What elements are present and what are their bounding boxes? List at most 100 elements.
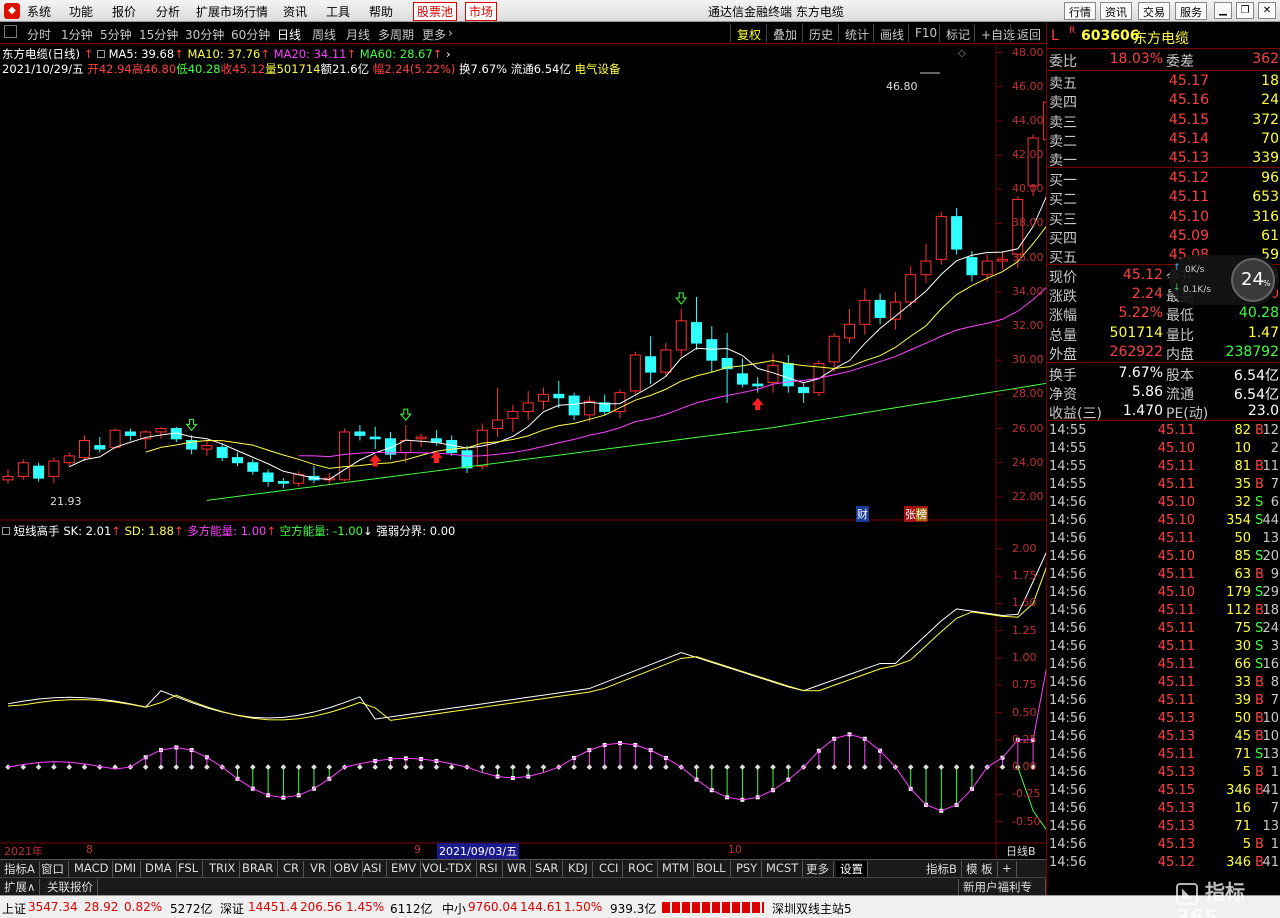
ask-row[interactable]: 卖一 45.13 339 [1047, 149, 1280, 169]
sz-index[interactable]: 14451.4 [248, 900, 298, 914]
menu-item-news[interactable]: 资讯 [283, 3, 307, 20]
mark-button[interactable]: 标记 [939, 24, 976, 42]
stock-pool-button[interactable]: 股票池 [413, 2, 458, 21]
indicator-tab[interactable]: EMV [387, 861, 422, 877]
indicator-tab[interactable]: BOLL [692, 861, 731, 877]
indicator-tab[interactable]: FSL [174, 861, 204, 877]
sell-signal-arrow[interactable] [399, 408, 412, 421]
candle-body[interactable] [675, 320, 687, 351]
candle-body[interactable] [476, 429, 488, 467]
ask-row[interactable]: 卖三 45.15 372 [1047, 111, 1280, 131]
candle-body[interactable] [339, 431, 351, 481]
minimize-icon[interactable]: ▁ [1214, 2, 1232, 19]
indicator-tab[interactable]: 设置 [836, 861, 868, 877]
candle-body[interactable] [568, 395, 580, 416]
indicator-tab[interactable]: 窗口 [37, 861, 69, 877]
candle-body[interactable] [645, 356, 657, 373]
sell-signal-arrow[interactable] [675, 292, 688, 305]
menu-item-system[interactable]: 系统 [27, 3, 51, 20]
period-daily[interactable]: 日线 [277, 26, 301, 43]
candle-body[interactable] [109, 429, 121, 448]
candle-body[interactable] [935, 216, 947, 260]
zx-index[interactable]: 9760.04 [468, 900, 518, 914]
candle-body[interactable] [17, 462, 29, 477]
candle-body[interactable] [522, 402, 534, 412]
ask-row[interactable]: 卖二 45.14 70 [1047, 130, 1280, 150]
candle-body[interactable] [981, 260, 993, 276]
candle-body[interactable] [828, 335, 840, 363]
indicator-tab[interactable]: MTM [658, 861, 694, 877]
period-multi[interactable]: 多周期 [378, 26, 414, 43]
candle-body[interactable] [492, 419, 504, 430]
period-5min[interactable]: 5分钟 [100, 26, 132, 43]
candle-body[interactable] [997, 258, 1008, 262]
overlay-button[interactable]: 叠加 [766, 24, 803, 42]
candle-body[interactable] [966, 257, 978, 276]
indicator-tab[interactable]: 指标B [922, 861, 962, 877]
indicator-tab[interactable]: DMI [110, 861, 142, 877]
indicator-tab[interactable]: 指标A [0, 861, 40, 877]
indicator-tab[interactable]: VOL-TDX [418, 861, 477, 877]
candle-body[interactable] [553, 393, 565, 399]
trade-tab-button[interactable]: 交易 [1138, 2, 1170, 20]
menu-item-extended-market[interactable]: 扩展市场行情 [196, 3, 268, 20]
indicator-tab[interactable]: SAR [531, 861, 564, 877]
candle-body[interactable] [951, 216, 963, 250]
indicator-tab[interactable]: VR [306, 861, 331, 877]
draw-button[interactable]: 画线 [873, 24, 910, 42]
checkbox-icon[interactable] [96, 50, 105, 58]
maximize-icon[interactable]: ❐ [1236, 2, 1254, 19]
indicator-tab[interactable]: RSI [475, 861, 503, 877]
menu-item-quote[interactable]: 报价 [112, 3, 136, 20]
candle-body[interactable] [430, 438, 442, 443]
indicator-tab[interactable]: BRAR [238, 861, 279, 877]
bid-row[interactable]: 买一 45.12 96 [1047, 169, 1280, 189]
ask-row[interactable]: 卖四 45.16 24 [1047, 91, 1280, 111]
candle-body[interactable] [2, 475, 14, 481]
candle-body[interactable] [538, 393, 549, 402]
menu-item-analysis[interactable]: 分析 [156, 3, 180, 20]
period-60min[interactable]: 60分钟 [231, 26, 270, 43]
candle-body[interactable] [798, 387, 810, 394]
candle-body[interactable] [736, 373, 748, 385]
menu-item-tools[interactable]: 工具 [326, 3, 350, 20]
period-more[interactable]: 更多 [422, 26, 446, 43]
candle-body[interactable] [507, 410, 519, 419]
finance-marker[interactable]: 财 [856, 506, 869, 522]
candle-body[interactable] [415, 436, 427, 440]
candle-body[interactable] [369, 436, 381, 440]
back-button[interactable]: 返回 [1010, 24, 1047, 42]
limit-up-marker[interactable]: 张榜 [904, 506, 928, 522]
candle-body[interactable] [905, 274, 917, 303]
candle-body[interactable] [216, 446, 228, 459]
buy-signal-arrow[interactable] [751, 397, 764, 411]
candle-body[interactable] [262, 472, 274, 483]
candle-body[interactable] [691, 322, 702, 344]
candle-body[interactable] [277, 481, 289, 484]
indicator-tab[interactable]: KDJ [564, 861, 593, 877]
indicator-tab[interactable]: CCI [595, 861, 624, 877]
panel-toggle-icon[interactable] [4, 25, 17, 38]
bid-row[interactable]: 买三 45.10 316 [1047, 208, 1280, 228]
news-tab-button[interactable]: 资讯 [1100, 2, 1132, 20]
candle-body[interactable] [33, 465, 45, 479]
candle-body[interactable] [583, 400, 595, 416]
candle-body[interactable] [706, 339, 718, 361]
candle-body[interactable] [461, 450, 473, 469]
sell-signal-arrow[interactable] [185, 418, 198, 432]
indicator-tab[interactable]: PSY [732, 861, 763, 877]
candle-body[interactable] [124, 431, 136, 436]
close-icon[interactable]: ✕ [1258, 2, 1276, 19]
candle-body[interactable] [629, 354, 641, 392]
candle-body[interactable] [660, 349, 672, 373]
indicator-checkbox-icon[interactable] [2, 527, 10, 535]
sh-index[interactable]: 3547.34 [28, 900, 78, 914]
candle-body[interactable] [63, 455, 75, 464]
quote-tab-button[interactable]: 行情 [1064, 2, 1096, 20]
period-30min[interactable]: 30分钟 [185, 26, 224, 43]
server-name[interactable]: 深圳双线主站5 [772, 900, 852, 917]
indicator-tab[interactable]: TRIX [205, 861, 241, 877]
bid-row[interactable]: 买二 45.11 653 [1047, 188, 1280, 208]
bid-row[interactable]: 买四 45.09 61 [1047, 227, 1280, 247]
indicator-tab[interactable]: MCST [762, 861, 804, 877]
